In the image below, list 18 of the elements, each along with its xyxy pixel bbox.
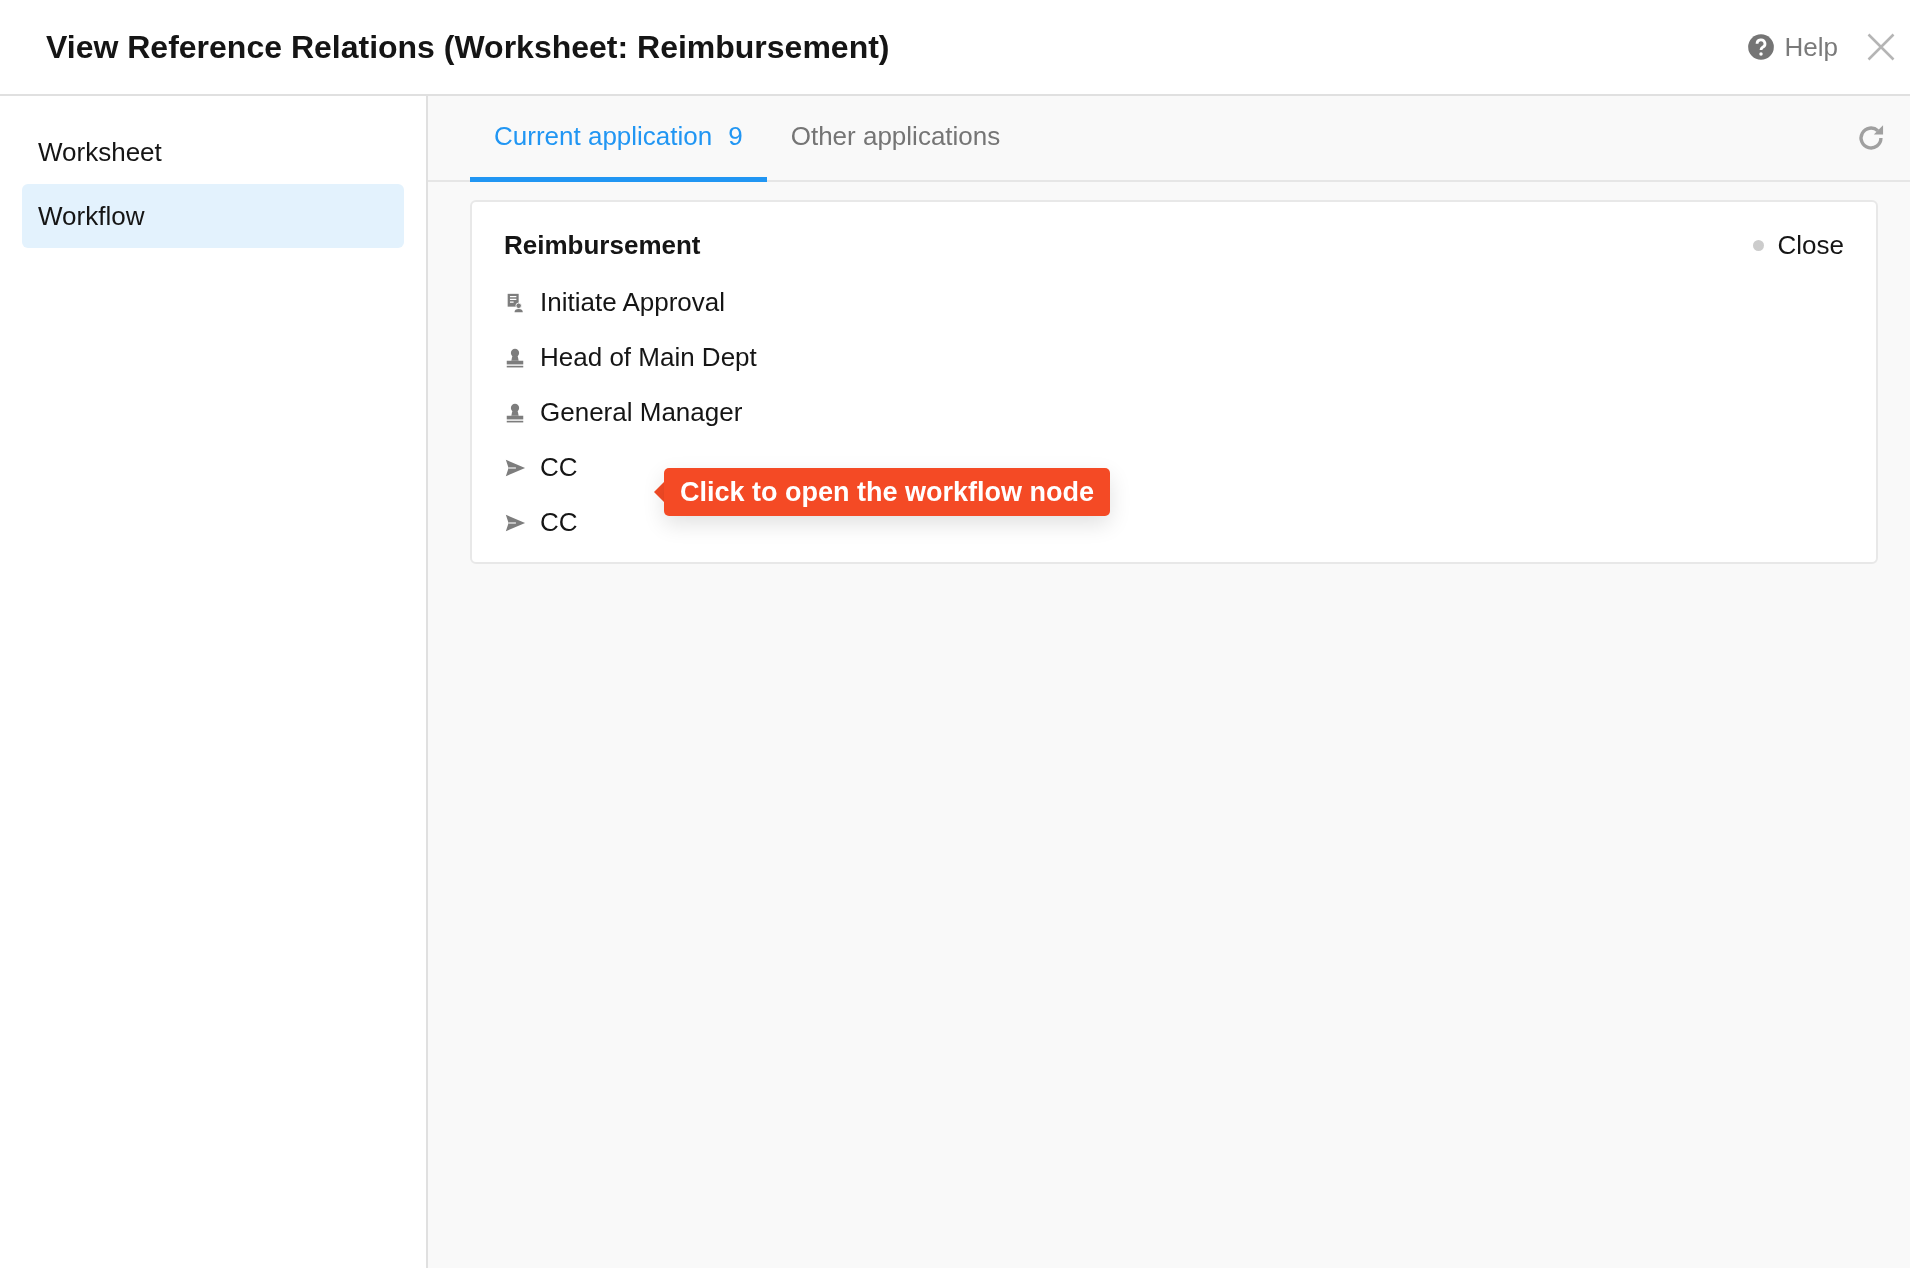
workflow-node[interactable]: CC [504,440,578,495]
status-label: Close [1777,230,1844,261]
help-link[interactable]: Help [1746,31,1838,63]
stamp-icon [504,401,526,424]
tab[interactable]: Other applications [766,96,1025,182]
sidebar-item[interactable]: Worksheet [22,120,404,184]
workflow-node[interactable]: CC [504,495,578,550]
workflow-name: Reimbursement [504,230,702,261]
close-icon [1866,32,1896,62]
close-button[interactable] [1866,32,1896,62]
stamp-icon [504,346,526,369]
workflow-node[interactable]: Initiate Approval [504,275,725,330]
help-icon [1746,33,1775,61]
workflow-node[interactable]: Head of Main Dept [504,330,757,385]
workflow-node[interactable]: General Manager [504,385,743,440]
tooltip: Click to open the workflow node [654,468,1111,516]
sidebar-item[interactable]: Workflow [22,184,404,248]
dialog-title: View Reference Relations (Worksheet: Reimbursement) [46,28,891,66]
